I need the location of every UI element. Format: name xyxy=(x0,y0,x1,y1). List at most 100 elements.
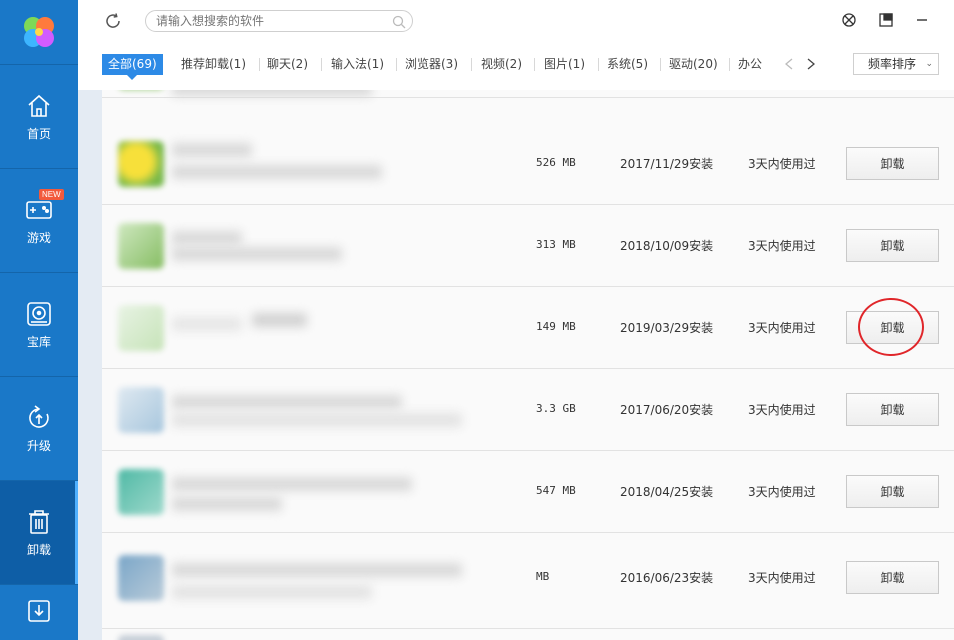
tab-input-method[interactable]: 输入法(1) xyxy=(325,54,390,75)
tab-scroll-right-icon[interactable] xyxy=(804,57,818,71)
app-icon xyxy=(118,635,164,640)
app-name-blurred xyxy=(252,313,307,327)
list-item-partial xyxy=(102,90,954,98)
app-icon xyxy=(118,387,164,433)
tab-image[interactable]: 图片(1) xyxy=(538,54,591,75)
miniview-icon[interactable] xyxy=(876,10,896,30)
app-desc-blurred xyxy=(172,247,342,261)
last-used: 3天内使用过 xyxy=(748,485,816,499)
app-list-area: 526 MB 2017/11/29安装 3天内使用过 卸载 313 MB 201… xyxy=(78,90,954,640)
top-bar xyxy=(78,0,954,44)
app-name-blurred xyxy=(172,231,242,245)
tab-browser[interactable]: 浏览器(3) xyxy=(399,54,464,75)
app-size: 547 MB xyxy=(536,484,576,497)
tab-separator xyxy=(396,58,397,71)
install-date: 2016/06/23安装 xyxy=(620,571,714,585)
app-desc-blurred xyxy=(172,585,372,599)
sort-dropdown[interactable]: 频率排序 ⌄ xyxy=(853,53,939,75)
sidebar-item-label: 游戏 xyxy=(26,231,51,245)
search-input[interactable] xyxy=(156,13,376,29)
install-date: 2017/06/20安装 xyxy=(620,403,714,417)
list-item: MB 2016/06/23安装 3天内使用过 卸载 xyxy=(102,533,954,629)
list-item: 526 MB 2017/11/29安装 3天内使用过 卸载 xyxy=(102,123,954,205)
install-date: 2017/11/29安装 xyxy=(620,157,714,171)
app-name-blurred xyxy=(172,563,462,577)
search-box[interactable] xyxy=(145,10,413,32)
install-date: 2019/03/29安装 xyxy=(620,321,714,335)
sort-label: 频率排序 xyxy=(868,57,917,71)
sidebar-item-home[interactable]: 首页 xyxy=(0,64,78,168)
install-date: 2018/10/09安装 xyxy=(620,239,714,253)
sidebar-item-download[interactable] xyxy=(0,584,78,640)
app-name-blurred xyxy=(172,317,242,331)
app-size: 313 MB xyxy=(536,238,576,251)
tab-video[interactable]: 视频(2) xyxy=(475,54,528,75)
uninstall-button[interactable]: 卸载 xyxy=(846,393,939,426)
tab-driver[interactable]: 驱动(20) xyxy=(663,54,724,75)
sidebar-item-uninstall[interactable]: 卸载 xyxy=(0,480,78,584)
list-item: 313 MB 2018/10/09安装 3天内使用过 卸载 xyxy=(102,205,954,287)
clover-logo-icon xyxy=(24,17,54,47)
sidebar-item-upgrade[interactable]: 升级 xyxy=(0,376,78,480)
sidebar-item-label: 首页 xyxy=(26,127,51,141)
upgrade-icon xyxy=(24,403,54,433)
app-size: 526 MB xyxy=(536,156,576,169)
app-size: MB xyxy=(536,570,550,583)
uninstall-button[interactable]: 卸载 xyxy=(846,147,939,180)
tab-separator xyxy=(471,58,472,71)
last-used: 3天内使用过 xyxy=(748,571,816,585)
search-icon[interactable] xyxy=(392,14,406,29)
sidebar-item-label: 卸载 xyxy=(26,543,51,557)
app-logo[interactable] xyxy=(0,0,78,64)
list-item-partial xyxy=(102,629,954,640)
sidebar-item-label: 宝库 xyxy=(26,335,51,349)
tab-separator xyxy=(259,58,260,71)
refresh-icon[interactable] xyxy=(104,12,122,30)
app-size: 149 MB xyxy=(536,320,576,333)
app-icon xyxy=(118,469,164,515)
skin-icon[interactable] xyxy=(839,10,859,30)
tab-scroll-left-icon[interactable] xyxy=(782,57,796,71)
install-date: 2018/04/25安装 xyxy=(620,485,714,499)
home-icon xyxy=(24,91,54,121)
sidebar-item-treasury[interactable]: 宝库 xyxy=(0,272,78,376)
app-desc-blurred xyxy=(172,165,382,179)
uninstall-button[interactable]: 卸载 xyxy=(846,311,939,344)
tab-separator xyxy=(534,58,535,71)
app-name-blurred xyxy=(172,143,252,157)
last-used: 3天内使用过 xyxy=(748,321,816,335)
app-name-blurred xyxy=(172,395,402,409)
app-icon xyxy=(118,223,164,269)
tab-recommended[interactable]: 推荐卸载(1) xyxy=(175,54,252,75)
list-item: 547 MB 2018/04/25安装 3天内使用过 卸载 xyxy=(102,451,954,533)
app-icon xyxy=(118,305,164,351)
minimize-icon[interactable] xyxy=(912,10,932,30)
app-name-blurred xyxy=(172,477,412,491)
tab-chat[interactable]: 聊天(2) xyxy=(261,54,314,75)
sidebar-item-games[interactable]: NEW 游戏 xyxy=(0,168,78,272)
app-desc-blurred xyxy=(172,413,462,427)
uninstall-button[interactable]: 卸载 xyxy=(846,229,939,262)
last-used: 3天内使用过 xyxy=(748,157,816,171)
new-badge: NEW xyxy=(39,189,64,200)
trash-icon xyxy=(24,507,54,537)
tab-separator xyxy=(598,58,599,71)
tab-separator xyxy=(729,58,730,71)
app-size: 3.3 GB xyxy=(536,402,576,415)
last-used: 3天内使用过 xyxy=(748,239,816,253)
list-item: 149 MB 2019/03/29安装 3天内使用过 卸载 xyxy=(102,287,954,369)
uninstall-button[interactable]: 卸载 xyxy=(846,475,939,508)
list-item: 3.3 GB 2017/06/20安装 3天内使用过 卸载 xyxy=(102,369,954,451)
tab-all[interactable]: 全部(69) xyxy=(102,54,163,80)
last-used: 3天内使用过 xyxy=(748,403,816,417)
tab-separator xyxy=(321,58,322,71)
tab-office[interactable]: 办公 xyxy=(732,54,768,75)
app-desc-blurred xyxy=(172,497,282,511)
app-name-blurred xyxy=(172,90,372,96)
sidebar: 首页 NEW 游戏 宝库 升级 卸载 xyxy=(0,0,78,640)
disc-icon xyxy=(24,299,54,329)
sidebar-item-label: 升级 xyxy=(26,439,51,453)
chevron-down-icon: ⌄ xyxy=(925,59,933,69)
tab-system[interactable]: 系统(5) xyxy=(601,54,654,75)
uninstall-button[interactable]: 卸载 xyxy=(846,561,939,594)
